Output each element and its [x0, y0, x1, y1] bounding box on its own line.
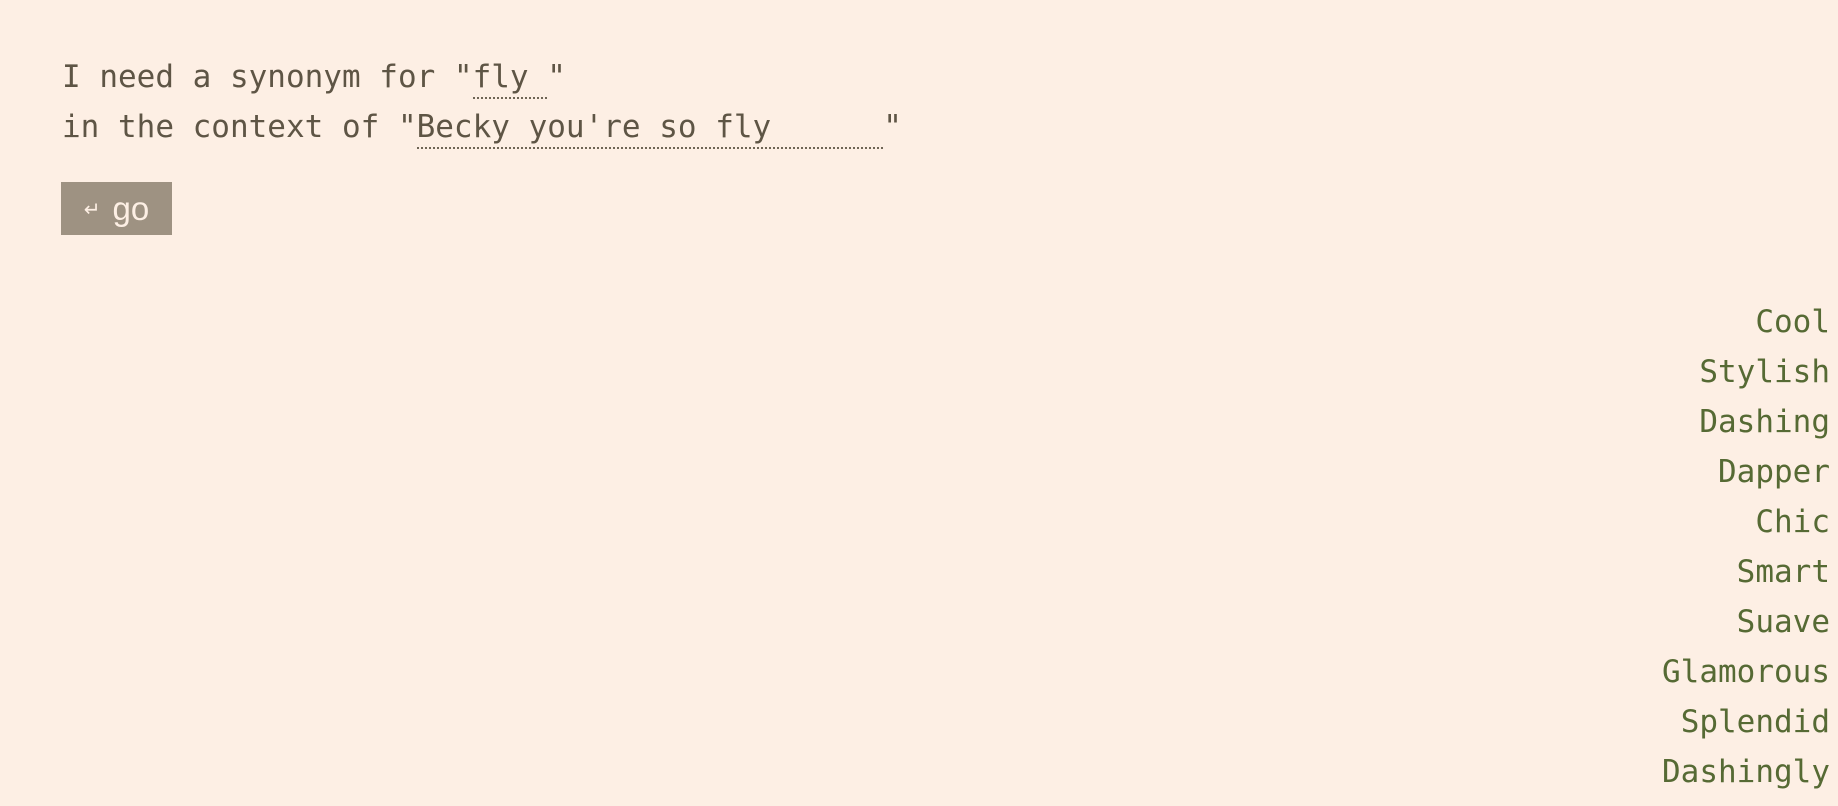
- prompt-suffix-1: ": [547, 59, 566, 95]
- go-button[interactable]: ↵ go: [61, 182, 172, 235]
- prompt: I need a synonym for "fly " in the contex…: [62, 52, 902, 152]
- synonym-list: Cool Stylish Dashing Dapper Chic Smart S…: [1662, 297, 1830, 797]
- prompt-line-2: in the context of "Becky you're so fly ": [62, 102, 902, 152]
- synonym-item[interactable]: Smart: [1662, 547, 1830, 597]
- synonym-item[interactable]: Stylish: [1662, 347, 1830, 397]
- synonym-item[interactable]: Splendid: [1662, 697, 1830, 747]
- synonym-item[interactable]: Suave: [1662, 597, 1830, 647]
- go-label: go: [112, 189, 150, 227]
- prompt-prefix-2: in the context of ": [62, 109, 417, 145]
- synonym-item[interactable]: Dapper: [1662, 447, 1830, 497]
- context-input[interactable]: Becky you're so fly: [416, 107, 884, 149]
- word-input[interactable]: fly: [472, 57, 548, 99]
- synonym-item[interactable]: Chic: [1662, 497, 1830, 547]
- prompt-line-1: I need a synonym for "fly ": [62, 52, 902, 102]
- prompt-prefix-1: I need a synonym for ": [62, 59, 473, 95]
- prompt-suffix-2: ": [883, 109, 902, 145]
- synonym-item[interactable]: Cool: [1662, 297, 1830, 347]
- synonym-item[interactable]: Glamorous: [1662, 647, 1830, 697]
- synonym-item[interactable]: Dashingly: [1662, 747, 1830, 797]
- return-icon: ↵: [83, 196, 101, 221]
- synonym-item[interactable]: Dashing: [1662, 397, 1830, 447]
